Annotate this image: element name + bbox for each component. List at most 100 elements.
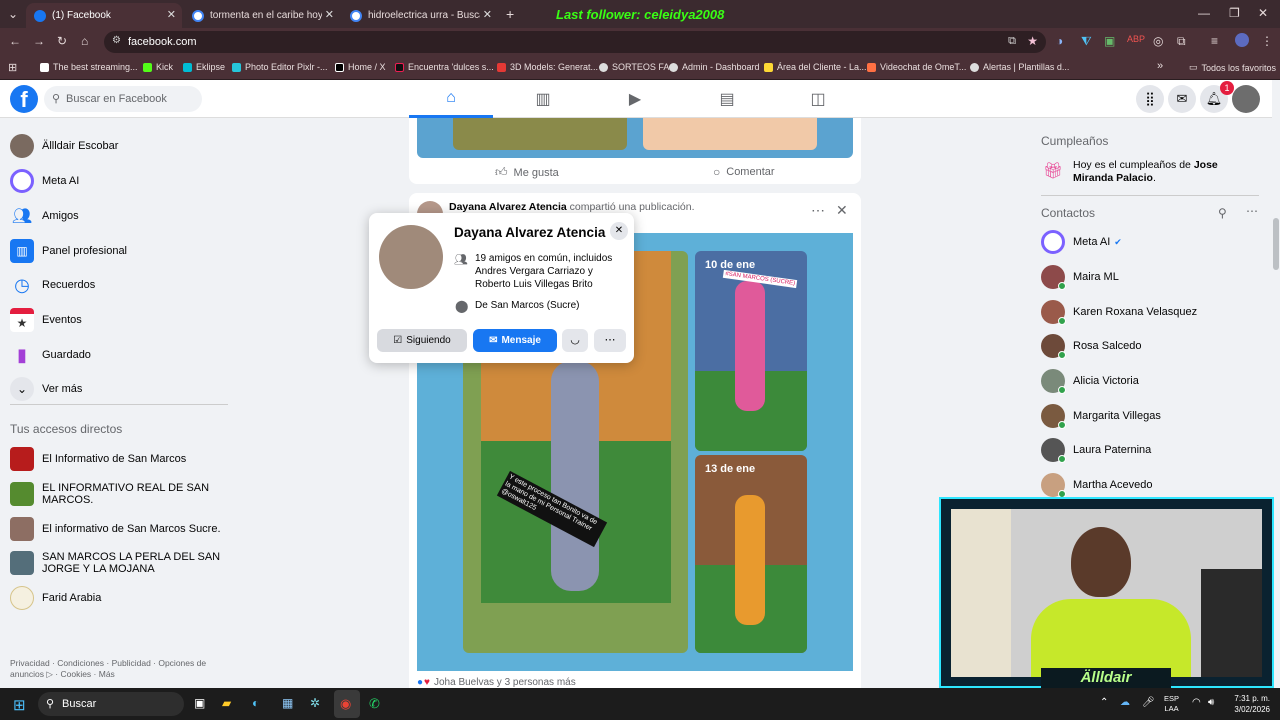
extension-icon[interactable]: ◑ <box>1056 34 1063 48</box>
shortcut-item[interactable]: El Informativo de San Marcos <box>10 447 186 471</box>
language-indicator[interactable]: ESP LAA <box>1164 694 1179 714</box>
contact-item[interactable]: Margarita Villegas <box>1041 404 1161 429</box>
contact-item[interactable]: Martha Acevedo <box>1041 473 1153 498</box>
bookmark-item[interactable]: Home / X <box>335 62 386 72</box>
close-tab-icon[interactable]: ✕ <box>483 8 492 21</box>
menu-button[interactable]: ⣿ <box>1136 85 1164 113</box>
extension-icon[interactable]: ▣ <box>1104 34 1115 48</box>
bookmark-item[interactable]: 3D Models: Generat... <box>497 62 598 72</box>
birthday-text[interactable]: Hoy es el cumpleaños de Jose Miranda Pal… <box>1073 159 1258 185</box>
nav-video[interactable]: ▶ <box>593 80 677 118</box>
contact-item[interactable]: Rosa Salcedo <box>1041 334 1142 359</box>
bookmark-item[interactable]: Videochat de OmeT... <box>867 62 966 72</box>
clock[interactable]: 7:31 p. m. 3/02/2026 <box>1226 693 1270 715</box>
hovercard-avatar[interactable] <box>379 225 443 289</box>
sidebar-item-profile[interactable]: Ällldair Escobar <box>10 134 118 158</box>
close-tab-icon[interactable]: ✕ <box>167 8 176 21</box>
tray-chevron-icon[interactable]: ⌃ <box>1100 697 1108 708</box>
bookmark-item[interactable]: The best streaming... <box>40 62 138 72</box>
sidebar-item-events[interactable]: ★ Eventos <box>10 308 82 332</box>
loading-button[interactable]: ◡ <box>562 329 588 352</box>
footer-links[interactable]: Privacidad · Condiciones · Publicidad · … <box>10 658 220 680</box>
author-name[interactable]: Dayana Alvarez Atencia <box>449 201 567 213</box>
maximize-icon[interactable]: ❐ <box>1229 6 1240 20</box>
edge-icon[interactable]: ◐ <box>252 696 259 710</box>
post-options-icon[interactable]: ⋯ <box>811 202 825 219</box>
close-hovercard-icon[interactable]: ✕ <box>610 222 628 240</box>
profile-icon[interactable] <box>1235 33 1249 47</box>
more-bookmarks-icon[interactable]: » <box>1157 60 1163 72</box>
shortcut-item[interactable]: Farid Arabia <box>10 586 101 610</box>
bookmark-item[interactable]: Alertas | Plantillas d... <box>970 62 1069 72</box>
tab-search-icon[interactable]: ⌄ <box>8 7 18 21</box>
microphone-icon[interactable]: 🎤︎ <box>1142 697 1155 708</box>
onedrive-icon[interactable]: ☁ <box>1120 697 1130 708</box>
mutual-friend-name[interactable]: Andres Vergara Carriazo <box>475 266 585 277</box>
menu-dots-icon[interactable]: ⋮ <box>1261 34 1273 48</box>
contact-item[interactable]: Maira ML <box>1041 265 1119 290</box>
taskbar-search-input[interactable]: ⚲ Buscar <box>38 692 184 716</box>
sidebar-item-saved[interactable]: ▮ Guardado <box>10 343 91 367</box>
extensions-puzzle-icon[interactable]: ⧉ <box>1177 34 1186 49</box>
new-tab-icon[interactable]: + <box>506 6 514 22</box>
contact-item[interactable]: Meta AI ✔ <box>1041 230 1122 254</box>
nav-dashboard[interactable]: ▥ <box>501 80 585 118</box>
post-photo[interactable]: 10 de ene #SAN MARCOS (SUCRE) <box>695 251 807 451</box>
reading-list-icon[interactable]: ≡ <box>1211 34 1218 48</box>
back-icon[interactable]: ← <box>9 34 21 48</box>
account-avatar[interactable] <box>1232 85 1260 113</box>
shortcut-item[interactable]: El informativo de San Marcos Sucre. <box>10 517 221 541</box>
forward-icon[interactable]: → <box>33 34 45 48</box>
like-button[interactable]: 👍︎ Me gusta <box>495 165 559 180</box>
tab-facebook[interactable]: (1) Facebook ✕ <box>26 3 182 28</box>
install-app-icon[interactable]: ⧉ <box>1008 35 1016 48</box>
contact-item[interactable]: Laura Paternina <box>1041 438 1151 463</box>
nav-marketplace[interactable]: ▤ <box>685 80 769 118</box>
post-photo[interactable] <box>643 118 817 150</box>
hovercard-name[interactable]: Dayana Alvarez Atencia <box>454 225 605 240</box>
extension-icon[interactable]: ◎ <box>1153 34 1163 48</box>
tab-tormenta[interactable]: tormenta en el caribe hoy - Bus ✕ <box>184 3 340 28</box>
sidebar-item-meta-ai[interactable]: Meta AI <box>10 169 79 193</box>
notifications-button[interactable]: 🔔︎ 1 <box>1200 81 1234 113</box>
bookmark-star-icon[interactable]: ★ <box>1027 34 1038 48</box>
nav-home[interactable]: ⌂ <box>409 80 493 118</box>
hide-post-icon[interactable]: ✕ <box>836 202 848 219</box>
bookmark-item[interactable]: Photo Editor Pixlr -... <box>232 62 328 72</box>
close-tab-icon[interactable]: ✕ <box>325 8 334 21</box>
url-input[interactable]: ⚙ facebook.com ⧉ ★ <box>104 31 1046 53</box>
tab-hidroelectrica[interactable]: hidroelectrica urra - Buscar con ✕ <box>342 3 498 28</box>
message-button[interactable]: ✉ Mensaje <box>473 329 557 352</box>
location-name[interactable]: San Marcos (Sucre) <box>491 300 580 311</box>
post-photo[interactable] <box>453 118 627 150</box>
bookmark-item[interactable]: Encuentra 'dulces s... <box>395 62 494 72</box>
scrollbar-thumb[interactable] <box>1273 218 1279 270</box>
adblock-icon[interactable]: ABP <box>1127 34 1145 44</box>
bookmark-item[interactable]: Eklipse <box>183 62 225 72</box>
sidebar-item-friends[interactable]: 👥︎ Amigos <box>10 204 79 228</box>
comment-button[interactable]: ○ Comentar <box>713 165 775 179</box>
facebook-logo-icon[interactable]: f <box>10 85 38 113</box>
nav-gaming[interactable]: ◫ <box>776 80 860 118</box>
windows-start-icon[interactable]: ⊞ <box>13 696 26 714</box>
all-bookmarks-folder[interactable]: ▭ Todos los favoritos <box>1189 62 1276 73</box>
messenger-button[interactable]: ✉ <box>1168 85 1196 113</box>
search-input[interactable]: ⚲ Buscar en Facebook <box>44 86 202 112</box>
app-icon[interactable]: ✲ <box>310 696 320 710</box>
reactions-summary[interactable]: ● ♥ Joha Buelvas y 3 personas más <box>417 677 576 688</box>
reload-icon[interactable]: ↻ <box>57 34 67 48</box>
sidebar-item-professional-dashboard[interactable]: ▥ Panel profesional <box>10 239 127 263</box>
post-photo[interactable]: 13 de ene <box>695 455 807 653</box>
site-info-icon[interactable]: ⚙ <box>112 35 121 46</box>
contacts-options-icon[interactable]: ⋯ <box>1246 204 1258 218</box>
contact-item[interactable]: Karen Roxana Velasquez <box>1041 300 1197 325</box>
file-explorer-icon[interactable]: ▰ <box>222 696 231 710</box>
bookmark-item[interactable]: SORTEOS FA <box>599 62 669 72</box>
store-icon[interactable]: ▦ <box>282 696 293 710</box>
following-button[interactable]: ☑ Siguiendo <box>377 329 467 352</box>
bookmark-item[interactable]: Admin - Dashboard <box>669 62 760 72</box>
wifi-icon[interactable]: ◠ <box>1192 697 1201 708</box>
minimize-icon[interactable]: — <box>1198 6 1210 20</box>
extension-icon[interactable]: ⧨ <box>1081 34 1092 49</box>
close-window-icon[interactable]: ✕ <box>1258 6 1268 20</box>
